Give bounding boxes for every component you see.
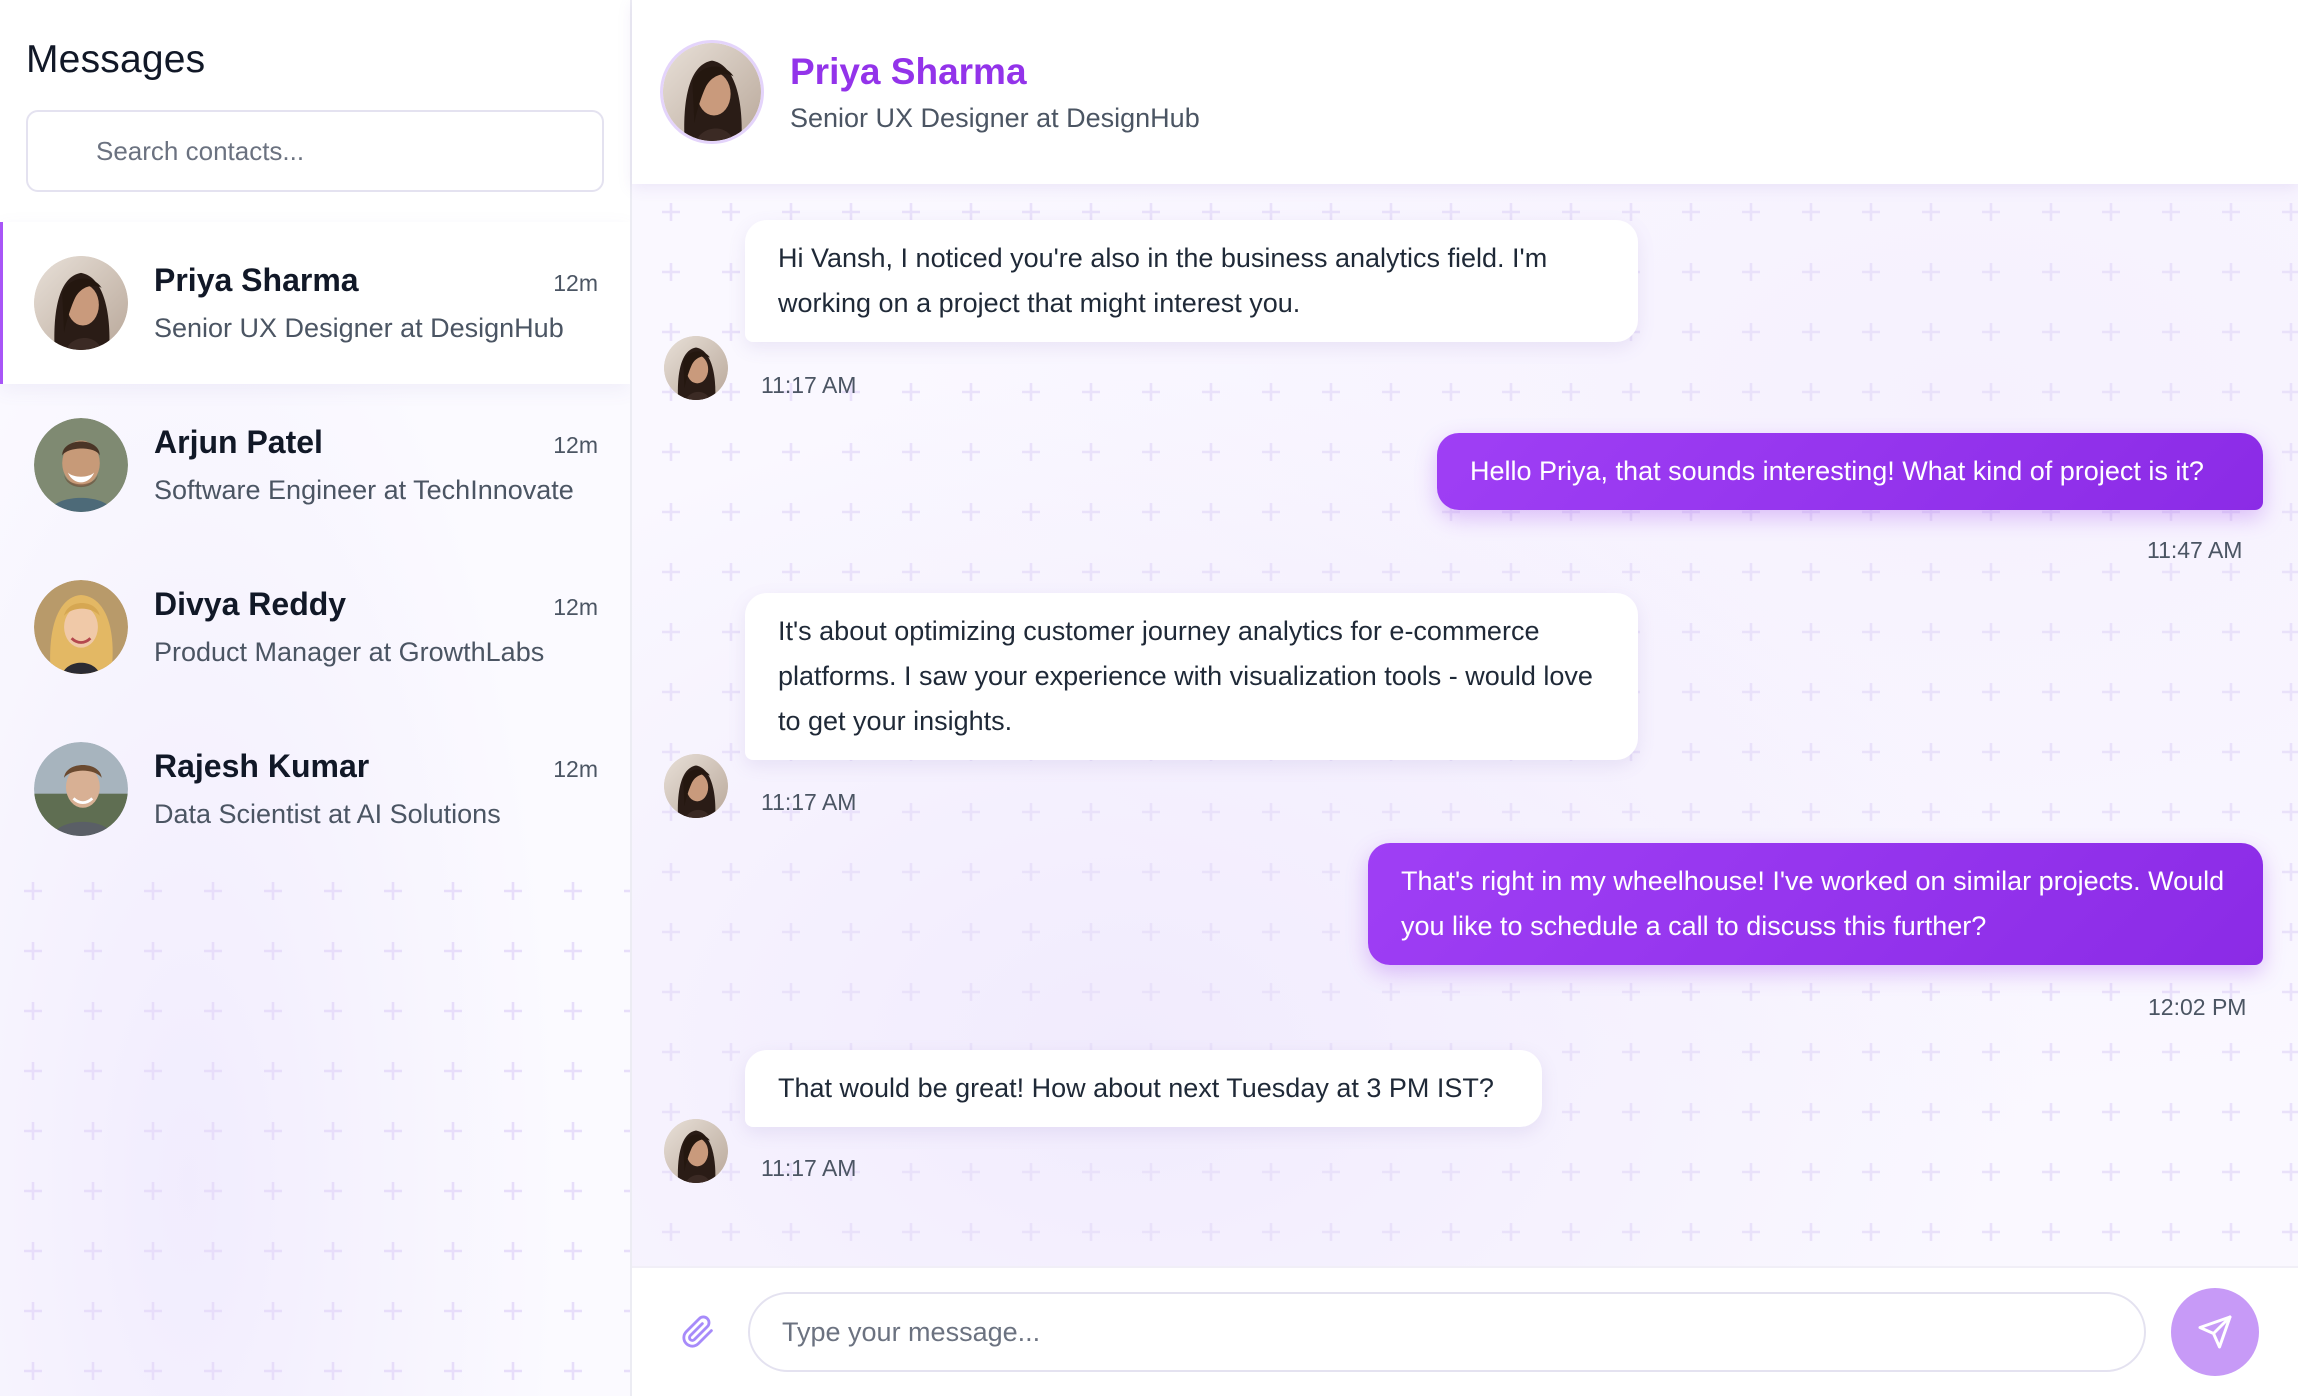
message-composer [632,1266,2298,1396]
chat-contact-name[interactable]: Priya Sharma [790,51,1200,93]
avatar [34,256,128,350]
contact-name: Arjun Patel [154,424,323,460]
message-bubble: That's right in my wheelhouse! I've work… [1368,843,2263,965]
avatar [34,580,128,674]
message-thread: Hi Vansh, I noticed you're also in the b… [632,184,2298,1266]
sidebar-header: Messages [0,0,630,222]
messaging-app: Messages Priya Sharma 12m Senior UX Desi… [0,0,2298,1396]
message-time: 11:47 AM [2147,537,2243,563]
chat-panel: Priya Sharma Senior UX Designer at Desig… [632,0,2298,1396]
avatar [34,418,128,512]
contact-item-divya-reddy[interactable]: Divya Reddy 12m Product Manager at Growt… [0,546,630,708]
message-bubble: It's about optimizing customer journey a… [745,593,1638,760]
contact-time: 12m [553,594,598,620]
contact-name: Priya Sharma [154,262,359,298]
chat-header-meta: Priya Sharma Senior UX Designer at Desig… [790,51,1200,134]
contact-info: Priya Sharma 12m Senior UX Designer at D… [154,262,598,344]
search-input[interactable] [96,135,596,167]
contact-role: Product Manager at GrowthLabs [154,637,545,667]
message-bubble: Hello Priya, that sounds interesting! Wh… [1437,433,2263,510]
message-input[interactable] [748,1292,2146,1372]
contacts-sidebar: Messages Priya Sharma 12m Senior UX Desi… [0,0,632,1396]
avatar[interactable] [660,40,764,144]
contact-info: Arjun Patel 12m Software Engineer at Tec… [154,424,598,506]
background-pattern [0,860,630,1396]
contact-info: Rajesh Kumar 12m Data Scientist at AI So… [154,748,598,830]
message-time: 11:17 AM [761,1155,857,1181]
send-icon [2198,1315,2232,1349]
message-bubble: Hi Vansh, I noticed you're also in the b… [745,220,1638,342]
contact-item-arjun-patel[interactable]: Arjun Patel 12m Software Engineer at Tec… [0,384,630,546]
message-time: 12:02 PM [2148,994,2247,1020]
avatar [664,1119,728,1183]
chat-header: Priya Sharma Senior UX Designer at Desig… [632,0,2298,184]
contact-info: Divya Reddy 12m Product Manager at Growt… [154,586,598,668]
message-time: 11:17 AM [761,789,857,815]
message-bubble: That would be great! How about next Tues… [745,1050,1542,1127]
contact-time: 12m [553,270,598,296]
search-box[interactable] [26,110,604,192]
paperclip-icon[interactable] [678,1312,718,1352]
contact-item-priya-sharma[interactable]: Priya Sharma 12m Senior UX Designer at D… [0,222,630,384]
send-button[interactable] [2171,1288,2259,1376]
sidebar-title: Messages [26,38,206,81]
contact-item-rajesh-kumar[interactable]: Rajesh Kumar 12m Data Scientist at AI So… [0,708,630,870]
contact-time: 12m [553,756,598,782]
contact-role: Senior UX Designer at DesignHub [154,313,564,343]
contact-list: Priya Sharma 12m Senior UX Designer at D… [0,222,630,870]
contact-time: 12m [553,432,598,458]
message-time: 11:17 AM [761,372,857,398]
avatar [664,754,728,818]
contact-role: Software Engineer at TechInnovate [154,475,574,505]
contact-name: Rajesh Kumar [154,748,370,784]
avatar [664,336,728,400]
chat-contact-role: Senior UX Designer at DesignHub [790,102,1200,133]
avatar [34,742,128,836]
contact-role: Data Scientist at AI Solutions [154,799,501,829]
contact-name: Divya Reddy [154,586,347,622]
